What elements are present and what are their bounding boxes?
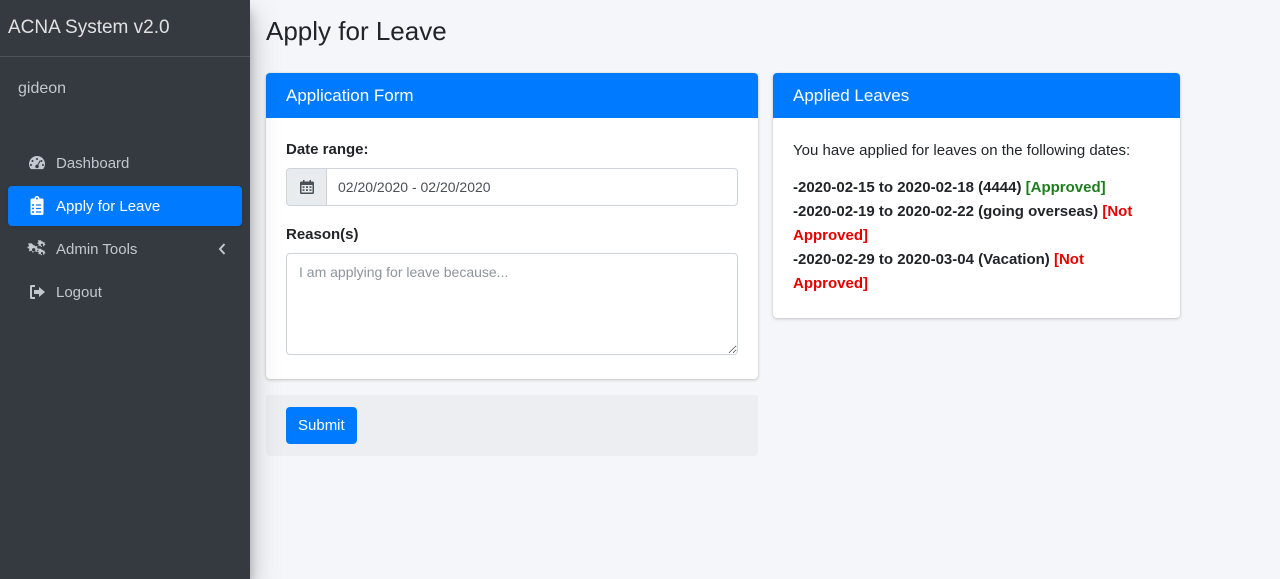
sign-out-icon (25, 282, 49, 302)
leave-range: -2020-02-29 to 2020-03-04 (Vacation) (793, 251, 1050, 268)
leave-entry: -2020-02-15 to 2020-02-18 (4444) [Approv… (793, 176, 1160, 200)
user-panel: gideon (0, 57, 250, 121)
username[interactable]: gideon (18, 80, 66, 98)
brand-title[interactable]: ACNA System v2.0 (0, 0, 250, 57)
card-body: Date range: Reason(s) (266, 118, 758, 379)
leave-entry: -2020-02-19 to 2020-02-22 (going oversea… (793, 200, 1160, 248)
card-title: Applied Leaves (793, 85, 910, 105)
sidebar-item-logout[interactable]: Logout (8, 272, 242, 312)
card-header-application-form: Application Form (266, 73, 758, 118)
sidebar-item-dashboard[interactable]: Dashboard (8, 143, 242, 183)
submit-button[interactable]: Submit (286, 407, 357, 444)
chevron-left-icon[interactable] (218, 242, 226, 256)
sidebar-item-label: Dashboard (56, 154, 130, 172)
cogs-icon (25, 239, 49, 259)
tachometer-icon (25, 153, 49, 173)
card-title: Application Form (286, 85, 414, 105)
form-footer: Submit (266, 395, 758, 456)
card-body: You have applied for leaves on the follo… (773, 118, 1180, 316)
applied-intro-text: You have applied for leaves on the follo… (793, 142, 1131, 159)
sidebar-item-label: Logout (56, 283, 102, 301)
sidebar-item-apply-for-leave[interactable]: Apply for Leave (8, 186, 242, 226)
date-range-label: Date range: (286, 141, 369, 158)
application-form-card: Application Form Date range: Reason(s) (266, 73, 758, 379)
sidebar: ACNA System v2.0 gideon Dashboard Apply … (0, 0, 250, 579)
leave-status: [Approved] (1025, 179, 1106, 196)
clipboard-list-icon (25, 196, 49, 216)
calendar-icon[interactable] (286, 168, 326, 206)
applied-leaves-card: Applied Leaves You have applied for leav… (773, 73, 1180, 318)
leave-entry: -2020-02-29 to 2020-03-04 (Vacation) [No… (793, 248, 1160, 296)
sidebar-nav: Dashboard Apply for Leave Admin Tools Lo… (0, 143, 250, 312)
sidebar-item-label: Apply for Leave (56, 197, 161, 215)
sidebar-item-admin-tools[interactable]: Admin Tools (8, 229, 242, 269)
page-title: Apply for Leave (266, 16, 447, 46)
date-range-input[interactable] (326, 168, 738, 206)
reasons-label: Reason(s) (286, 226, 359, 243)
card-header-applied-leaves: Applied Leaves (773, 73, 1180, 118)
leave-range: -2020-02-19 to 2020-02-22 (going oversea… (793, 203, 1099, 220)
sidebar-item-label: Admin Tools (56, 240, 138, 258)
reasons-textarea[interactable] (286, 253, 738, 355)
main-content: Apply for Leave Application Form Date ra… (250, 0, 1280, 579)
leave-range: -2020-02-15 to 2020-02-18 (4444) (793, 179, 1022, 196)
date-range-group (286, 168, 738, 206)
